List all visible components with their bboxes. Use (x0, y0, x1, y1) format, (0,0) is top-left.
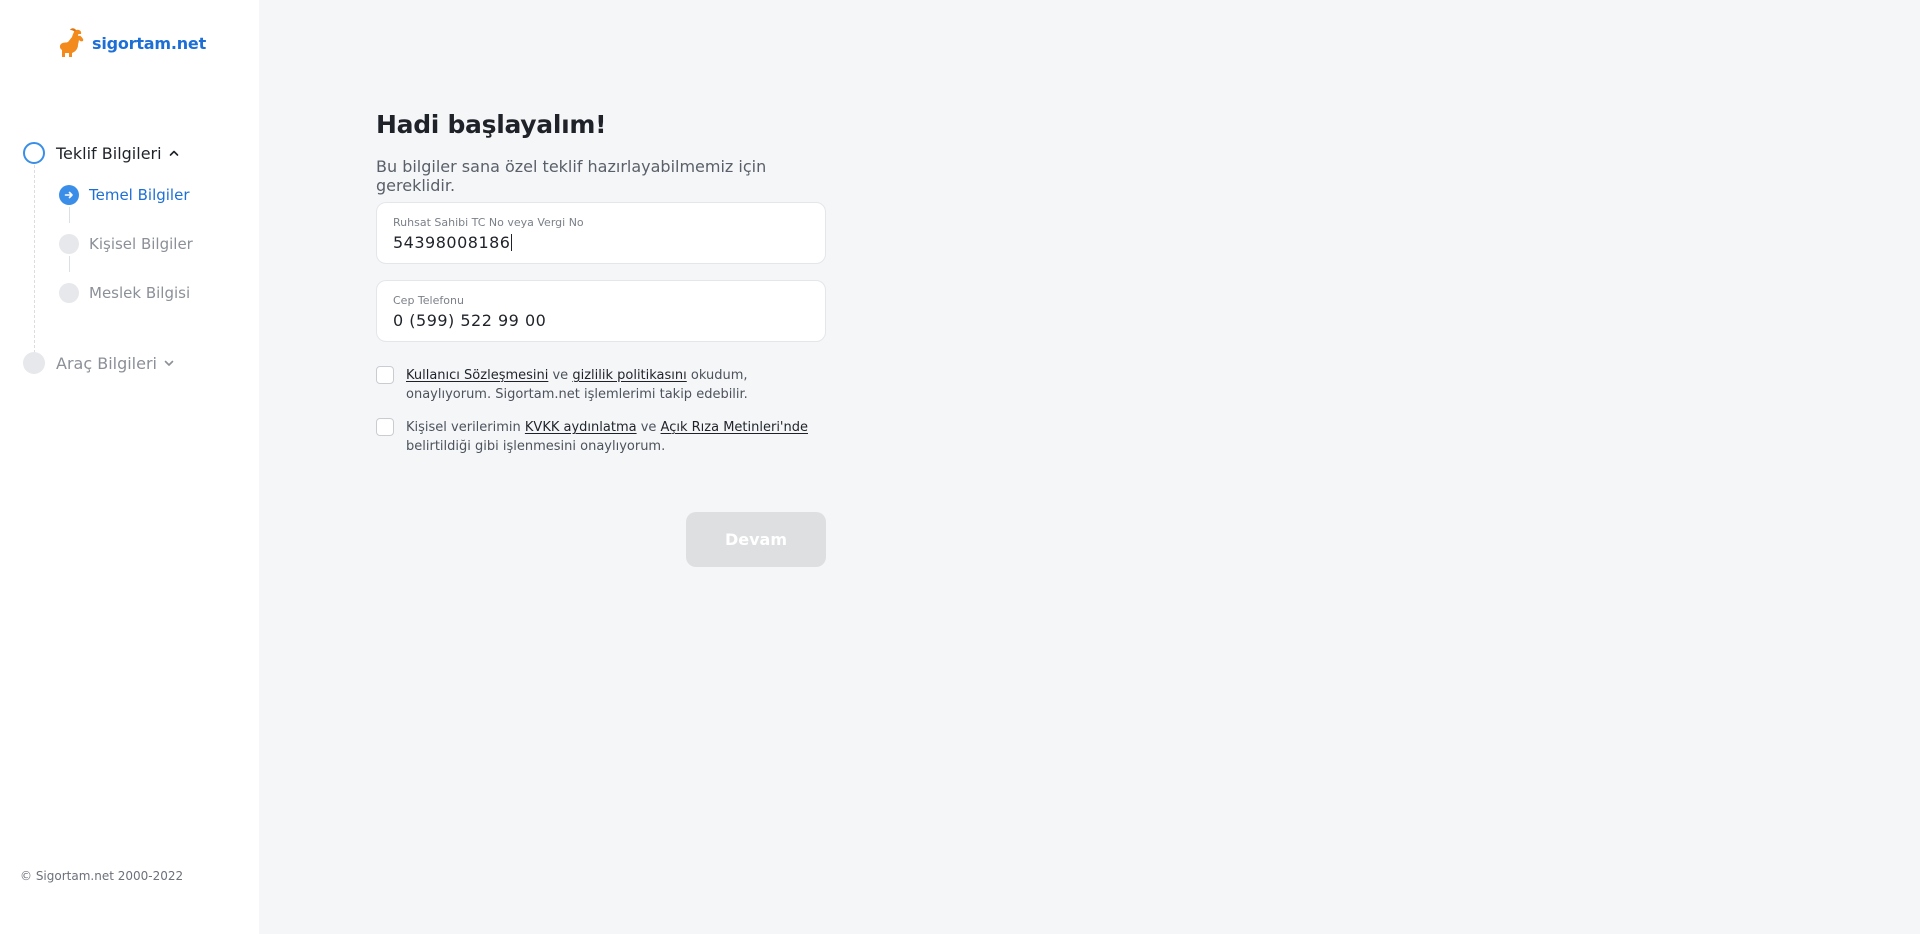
substep-meslek-bilgisi[interactable]: Meslek Bilgisi (59, 283, 190, 303)
step-label: Araç Bilgileri (56, 353, 157, 373)
step-status-circle (23, 352, 45, 374)
field-label: Cep Telefonu (393, 294, 464, 307)
kvkk-checkbox[interactable] (376, 418, 394, 436)
substep-label: Kişisel Bilgiler (89, 235, 193, 253)
kvkk-link[interactable]: KVKK aydınlatma (525, 420, 637, 435)
tc-vergi-no-field[interactable]: Ruhsat Sahibi TC No veya Vergi No 543980… (376, 202, 826, 264)
main-form: Hadi başlayalım! Bu bilgiler sana özel t… (376, 110, 826, 567)
sidebar: sigortam.net Teklif Bilgileri Temel Bilg… (0, 0, 259, 934)
consent-text-part: Kişisel verilerimin (406, 420, 525, 435)
phone-field[interactable]: Cep Telefonu 0 (599) 522 99 00 (376, 280, 826, 342)
chevron-up-icon[interactable] (168, 147, 180, 159)
substep-label: Meslek Bilgisi (89, 284, 191, 302)
consent-text: Kişisel verilerimin KVKK aydınlatma ve A… (406, 418, 826, 456)
step-teklif-bilgileri[interactable]: Teklif Bilgileri (23, 142, 180, 164)
goat-logo-icon (59, 28, 84, 57)
step-status-circle (23, 142, 45, 164)
substep-label: Temel Bilgiler (89, 186, 190, 204)
consent-terms: Kullanıcı Sözleşmesini ve gizlilik polit… (376, 366, 826, 404)
substep-connector (69, 256, 70, 272)
tc-vergi-no-input[interactable]: 54398008186 (393, 233, 809, 252)
field-value: 54398008186 (393, 233, 511, 252)
substep-status-dot (59, 283, 79, 303)
chevron-down-icon[interactable] (163, 357, 175, 369)
arrow-right-icon (59, 185, 79, 205)
consent-kvkk: Kişisel verilerimin KVKK aydınlatma ve A… (376, 418, 826, 456)
text-caret (511, 234, 513, 251)
step-arac-bilgileri[interactable]: Araç Bilgileri (23, 352, 175, 374)
consent-text-part: ve (548, 368, 573, 383)
consent-text: Kullanıcı Sözleşmesini ve gizlilik polit… (406, 366, 826, 404)
field-label: Ruhsat Sahibi TC No veya Vergi No (393, 216, 584, 229)
phone-input[interactable]: 0 (599) 522 99 00 (393, 311, 809, 330)
explicit-consent-link[interactable]: Açık Rıza Metinleri'nde (661, 420, 808, 435)
brand-name: sigortam.net (92, 33, 207, 53)
brand-logo[interactable]: sigortam.net (58, 28, 206, 58)
user-agreement-link[interactable]: Kullanıcı Sözleşmesini (406, 368, 548, 383)
continue-button[interactable]: Devam (686, 512, 826, 567)
substep-status-dot (59, 234, 79, 254)
substep-kisisel-bilgiler[interactable]: Kişisel Bilgiler (59, 234, 193, 254)
copyright: © Sigortam.net 2000-2022 (20, 869, 184, 883)
terms-checkbox[interactable] (376, 366, 394, 384)
page-title: Hadi başlayalım! (376, 110, 607, 139)
consent-text-part: ve (636, 420, 661, 435)
step-label: Teklif Bilgileri (56, 143, 162, 163)
consent-text-part: belirtildiği gibi işlenmesini onaylıyoru… (406, 439, 666, 454)
page-subtitle: Bu bilgiler sana özel teklif hazırlayabi… (376, 157, 767, 195)
substep-connector (69, 207, 70, 223)
field-value: 0 (599) 522 99 00 (393, 311, 547, 330)
substep-temel-bilgiler[interactable]: Temel Bilgiler (59, 185, 190, 205)
privacy-policy-link[interactable]: gizlilik politikasını (572, 368, 686, 383)
step-connector (34, 165, 35, 353)
